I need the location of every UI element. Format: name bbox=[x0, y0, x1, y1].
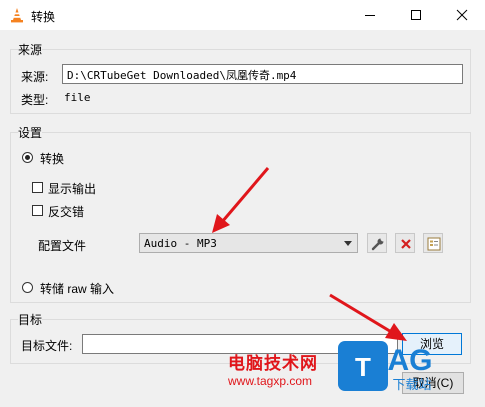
arrow-to-browse bbox=[329, 293, 407, 341]
arrow-to-profile bbox=[212, 167, 270, 233]
svg-text:下载站: 下载站 bbox=[392, 377, 431, 392]
svg-text:T: T bbox=[355, 352, 371, 382]
svg-text:AG: AG bbox=[388, 344, 433, 377]
watermark-url: www.tagxp.com bbox=[228, 374, 313, 388]
tag-logo: T AG 下载站 bbox=[338, 341, 433, 392]
watermark-site-name: 电脑技术网 bbox=[228, 354, 318, 373]
